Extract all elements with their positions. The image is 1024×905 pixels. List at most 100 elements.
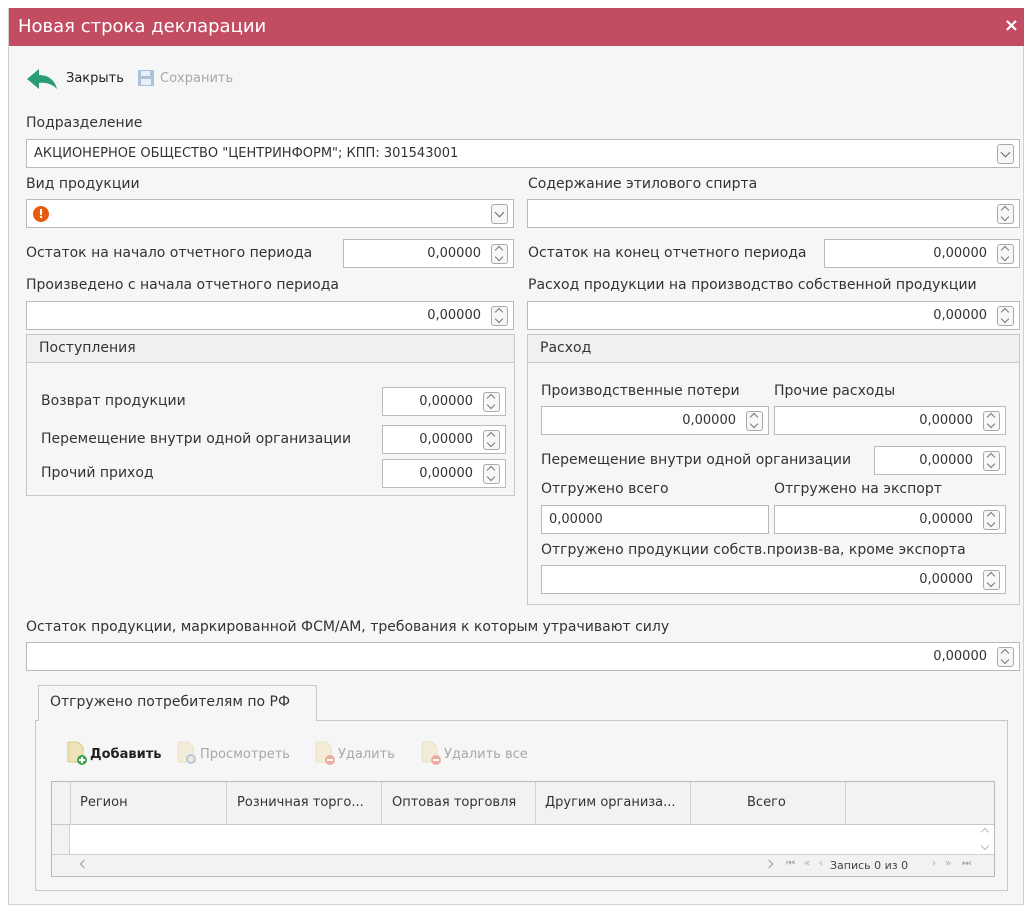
spinner-icon[interactable] <box>983 510 1000 530</box>
scroll-right-icon[interactable] <box>764 859 774 869</box>
start-balance-value: 0,00000 <box>427 246 481 261</box>
title-bar: Новая строка декларации × <box>9 8 1024 46</box>
error-icon: ! <box>33 206 49 222</box>
other-expense-label: Прочие расходы <box>774 383 896 399</box>
receipts-internal-label: Перемещение внутри одной организации <box>41 431 352 447</box>
chevron-down-icon[interactable] <box>491 204 508 224</box>
export-input[interactable]: 0,00000 <box>774 505 1006 534</box>
first-page-icon[interactable]: ⏮ <box>786 858 795 869</box>
end-balance-value: 0,00000 <box>933 246 987 261</box>
expense-title: Расход <box>540 340 592 356</box>
spinner-icon[interactable] <box>746 411 763 431</box>
receipts-group: Поступления Возврат продукции 0,00000 Пе… <box>26 334 515 496</box>
column-header-label: Всего <box>747 795 786 810</box>
subdivision-label: Подразделение <box>26 115 143 131</box>
scroll-down-icon[interactable] <box>980 841 990 851</box>
spinner-icon[interactable] <box>491 244 508 264</box>
tab-consumers[interactable]: Отгружено потребителям по РФ <box>38 685 317 721</box>
spinner-icon[interactable] <box>997 204 1014 224</box>
close-icon[interactable]: × <box>1004 15 1019 36</box>
column-header-label: Другим организа... <box>545 795 676 810</box>
return-input[interactable]: 0,00000 <box>382 387 506 416</box>
return-value: 0,00000 <box>419 394 473 409</box>
consumption-label: Расход продукции на производство собстве… <box>528 277 977 293</box>
own-shipped-value: 0,00000 <box>919 572 973 587</box>
other-receipt-value: 0,00000 <box>419 466 473 481</box>
other-expense-input[interactable]: 0,00000 <box>774 406 1006 435</box>
floppy-disk-icon <box>138 70 154 86</box>
window-title: Новая строка декларации <box>18 16 267 37</box>
ethyl-input[interactable] <box>527 199 1020 228</box>
add-document-icon <box>67 741 87 765</box>
delete-button[interactable]: Удалить <box>314 741 404 767</box>
scroll-left-icon[interactable] <box>79 859 89 869</box>
column-header-wholesale[interactable]: Оптовая торговля <box>381 782 535 825</box>
other-receipt-label: Прочий приход <box>41 465 154 481</box>
own-shipped-input[interactable]: 0,00000 <box>541 565 1006 594</box>
delete-all-button[interactable]: Удалить все <box>420 741 550 767</box>
subdivision-select[interactable]: АКЦИОНЕРНОЕ ОБЩЕСТВО "ЦЕНТРИНФОРМ"; КПП:… <box>26 139 1020 168</box>
chevron-down-icon[interactable] <box>997 144 1014 164</box>
spinner-icon[interactable] <box>483 464 500 484</box>
tab-consumers-label: Отгружено потребителям по РФ <box>50 694 291 710</box>
start-balance-label: Остаток на начало отчетного периода <box>26 245 313 261</box>
other-expense-value: 0,00000 <box>919 413 973 428</box>
produced-value: 0,00000 <box>427 308 481 323</box>
shipped-total-value: 0,00000 <box>549 512 603 527</box>
spinner-icon[interactable] <box>491 306 508 326</box>
other-receipt-input[interactable]: 0,00000 <box>382 459 506 488</box>
column-header-retail[interactable]: Розничная торго... <box>226 782 381 825</box>
end-balance-label: Остаток на конец отчетного периода <box>528 245 807 261</box>
prev-fast-icon[interactable]: « <box>804 858 810 869</box>
consumers-grid: Регион Розничная торго... Оптовая торгов… <box>51 781 995 877</box>
spinner-icon[interactable] <box>983 451 1000 471</box>
next-page-icon[interactable]: › <box>932 858 936 869</box>
product-type-select[interactable]: ! <box>26 199 514 228</box>
spinner-icon[interactable] <box>983 411 1000 431</box>
row-selector-column <box>52 825 70 856</box>
expense-group: Расход Производственные потери 0,00000 П… <box>527 334 1020 605</box>
produced-label: Произведено с начала отчетного периода <box>26 277 339 293</box>
end-balance-input[interactable]: 0,00000 <box>824 239 1020 268</box>
receipts-header: Поступления <box>27 335 514 363</box>
dialog-window: Новая строка декларации × Закрыть Сохран… <box>8 8 1024 905</box>
spinner-icon[interactable] <box>997 647 1014 667</box>
expense-internal-label: Перемещение внутри одной организации <box>541 452 852 468</box>
expense-internal-input[interactable]: 0,00000 <box>874 446 1006 475</box>
shipped-total-input[interactable]: 0,00000 <box>541 505 769 534</box>
spinner-icon[interactable] <box>483 392 500 412</box>
add-button[interactable]: Добавить <box>66 741 176 767</box>
spinner-icon[interactable] <box>483 430 500 450</box>
next-fast-icon[interactable]: » <box>945 858 951 869</box>
grid-pager: ⏮ « ‹ Запись 0 из 0 › » ⏭ <box>52 854 994 876</box>
column-header-total[interactable]: Всего <box>690 782 845 825</box>
column-header-region[interactable]: Регион <box>70 782 226 825</box>
losses-input[interactable]: 0,00000 <box>541 406 769 435</box>
own-shipped-label: Отгружено продукции собств.произв-ва, кр… <box>541 542 966 558</box>
delete-all-icon <box>421 741 441 765</box>
pager-status: Запись 0 из 0 <box>830 859 909 872</box>
receipts-internal-input[interactable]: 0,00000 <box>382 425 506 454</box>
column-header-other-orgs[interactable]: Другим организа... <box>535 782 690 825</box>
last-page-icon[interactable]: ⏭ <box>962 858 971 869</box>
delete-all-button-label: Удалить все <box>444 747 528 762</box>
receipts-title: Поступления <box>39 340 136 356</box>
spinner-icon[interactable] <box>997 306 1014 326</box>
fsm-input[interactable]: 0,00000 <box>26 642 1020 671</box>
produced-input[interactable]: 0,00000 <box>26 301 514 330</box>
product-type-label: Вид продукции <box>26 176 140 192</box>
spinner-icon[interactable] <box>997 244 1014 264</box>
expense-internal-value: 0,00000 <box>919 453 973 468</box>
scroll-up-icon[interactable] <box>980 827 990 837</box>
ethyl-label: Содержание этилового спирта <box>528 176 758 192</box>
view-button-label: Просмотреть <box>200 747 290 762</box>
expense-header: Расход <box>528 335 1019 363</box>
vertical-scrollbar[interactable] <box>978 825 994 856</box>
view-button[interactable]: Просмотреть <box>176 741 306 767</box>
spinner-icon[interactable] <box>983 570 1000 590</box>
start-balance-input[interactable]: 0,00000 <box>343 239 514 268</box>
losses-label: Производственные потери <box>541 383 740 399</box>
consumption-input[interactable]: 0,00000 <box>527 301 1020 330</box>
grid-header: Регион Розничная торго... Оптовая торгов… <box>52 782 994 825</box>
prev-page-icon[interactable]: ‹ <box>819 858 823 869</box>
